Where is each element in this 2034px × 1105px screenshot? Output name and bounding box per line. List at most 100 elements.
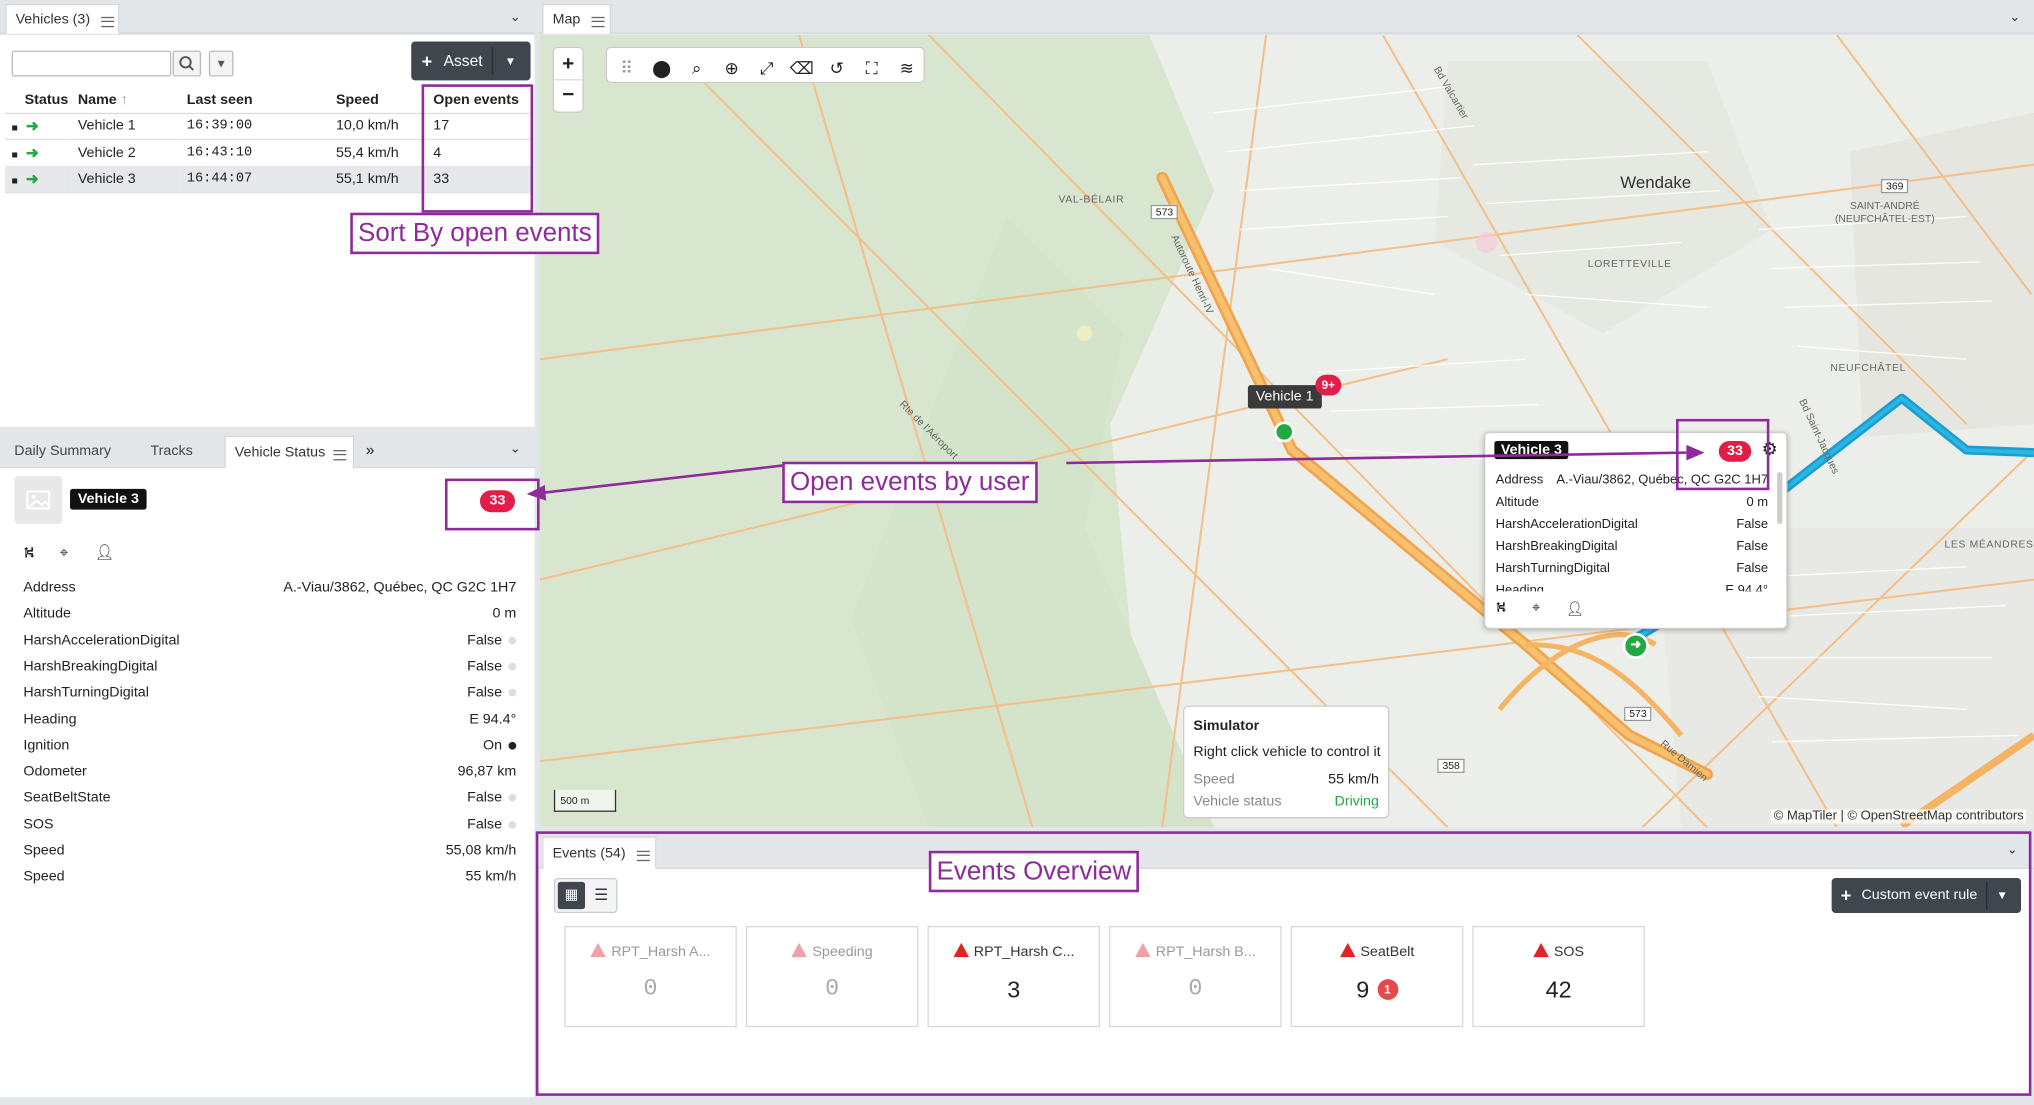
status-value-text: 0 m bbox=[492, 606, 517, 622]
add-asset-label: Asset bbox=[443, 51, 483, 71]
map-canvas[interactable]: Wendake VAL-BÉLAIR LORETTEVILLE SAINT-AN… bbox=[539, 35, 2034, 828]
tab-vehicles[interactable]: Vehicles (3) bbox=[5, 3, 120, 34]
annotation-open-events-label: Open events by user bbox=[782, 461, 1038, 504]
status-value-text: False bbox=[467, 658, 503, 675]
simulator-speed-label: Speed bbox=[1193, 771, 1235, 788]
vehicle-1-label[interactable]: Vehicle 1 bbox=[1247, 385, 1322, 409]
chevron-down-icon[interactable]: ⌄ bbox=[510, 10, 521, 24]
column-name[interactable]: Name ↑ bbox=[71, 86, 181, 114]
menu-icon[interactable] bbox=[333, 450, 347, 461]
chevron-down-icon[interactable]: ⌄ bbox=[2009, 10, 2020, 24]
last-seen-cell: 16:44:07 bbox=[180, 166, 330, 194]
status-cell: ■ ➜ bbox=[5, 166, 72, 194]
annotation-sort-label: Sort By open events bbox=[350, 212, 600, 255]
popup-label: HarshTurningDigital bbox=[1495, 561, 1610, 576]
scrollbar[interactable] bbox=[1777, 472, 1783, 524]
marker-icon[interactable]: ⬤ bbox=[646, 53, 677, 84]
vehicle-1-marker[interactable] bbox=[1273, 421, 1295, 443]
popup-label: Address bbox=[1495, 473, 1544, 488]
column-last-seen[interactable]: Last seen bbox=[180, 86, 330, 114]
locate-icon[interactable]: ⌖ bbox=[60, 543, 69, 562]
status-label: Ignition bbox=[23, 737, 70, 754]
fit-bounds-icon[interactable]: ⤢ bbox=[751, 53, 782, 84]
vehicle-name-cell: Vehicle 3 bbox=[71, 166, 181, 194]
status-label: HarshBreakingDigital bbox=[23, 658, 158, 675]
search-icon[interactable]: ⌕ bbox=[681, 53, 712, 84]
status-label: Speed bbox=[23, 842, 65, 859]
place-label: LES MÉANDRES bbox=[1944, 538, 2034, 550]
place-label: NEUFCHÂTEL bbox=[1830, 361, 1907, 374]
filter-dropdown-button[interactable]: ▼ bbox=[208, 50, 234, 77]
tab-vehicle-status-label: Vehicle Status bbox=[234, 444, 326, 461]
status-value: False bbox=[467, 653, 517, 679]
road-shield: 369 bbox=[1880, 178, 1909, 194]
annotation-events-overview-label: Events Overview bbox=[928, 850, 1140, 893]
route-icon[interactable]: ⛕ bbox=[1496, 600, 1507, 618]
vehicle-3-marker[interactable]: ➜ bbox=[1622, 632, 1649, 659]
status-row: SeatBeltState False bbox=[23, 785, 517, 811]
popup-row: HarshTurningDigital False bbox=[1496, 558, 1768, 580]
column-name-label: Name bbox=[77, 91, 117, 108]
more-tabs-button[interactable]: » bbox=[366, 441, 375, 459]
zoom-area-icon[interactable]: ⊕ bbox=[716, 53, 747, 84]
vehicle-status-panel: Vehicle 3 33 ⛕ ⌖ 👤︎ Address A.-Viau/3862,… bbox=[0, 468, 535, 1098]
zoom-out-button[interactable]: − bbox=[554, 80, 583, 112]
place-label: Wendake bbox=[1620, 172, 1692, 192]
asset-dropdown-icon[interactable]: ▼ bbox=[505, 42, 517, 81]
menu-icon[interactable] bbox=[591, 16, 605, 28]
drag-handle-icon[interactable]: ⠿ bbox=[611, 53, 642, 84]
undo-icon[interactable]: ↺ bbox=[821, 53, 852, 84]
status-value: E 94.4° bbox=[469, 706, 516, 732]
popup-row: HarshAccelerationDigital False bbox=[1496, 514, 1768, 536]
vehicles-tabbar: Vehicles (3) ⌄ bbox=[0, 0, 535, 34]
status-value: False bbox=[467, 627, 517, 653]
column-speed[interactable]: Speed bbox=[329, 86, 427, 114]
simulator-hint: Right click vehicle to control it bbox=[1193, 744, 1381, 760]
tab-daily-summary[interactable]: Daily Summary bbox=[14, 444, 111, 460]
status-value: False bbox=[467, 680, 517, 706]
status-value: False bbox=[467, 785, 517, 811]
status-row: HarshBreakingDigital False bbox=[23, 653, 517, 679]
menu-icon[interactable] bbox=[101, 16, 115, 28]
place-label: LORETTEVILLE bbox=[1587, 258, 1672, 270]
driver-icon[interactable]: 👤︎ bbox=[95, 543, 115, 561]
vehicle-name-cell: Vehicle 1 bbox=[71, 112, 181, 141]
tab-tracks[interactable]: Tracks bbox=[150, 444, 192, 460]
status-label: SOS bbox=[23, 816, 54, 833]
driver-icon[interactable]: 👤︎ bbox=[1566, 600, 1584, 618]
eraser-icon[interactable]: ⌫ bbox=[786, 53, 817, 84]
status-indicator-icon bbox=[508, 662, 517, 671]
layers-icon[interactable]: ≋ bbox=[891, 53, 922, 84]
route-icon[interactable]: ⛕ bbox=[23, 543, 35, 564]
vehicle-1-events-badge[interactable]: 9+ bbox=[1315, 374, 1342, 396]
status-row: Odometer 96,87 km bbox=[23, 759, 516, 785]
map-attribution[interactable]: © MapTiler | © OpenStreetMap contributor… bbox=[1771, 809, 2027, 824]
column-status[interactable]: Status bbox=[5, 86, 72, 114]
status-value-text: False bbox=[467, 685, 503, 701]
status-value: 96,87 km bbox=[458, 759, 517, 785]
search-button[interactable] bbox=[172, 50, 202, 77]
chevron-down-icon[interactable]: ⌄ bbox=[510, 442, 521, 456]
popup-row: HarshBreakingDigital False bbox=[1496, 536, 1768, 558]
road-shield: 573 bbox=[1624, 706, 1652, 722]
popup-value: 0 m bbox=[1746, 495, 1769, 510]
map-toolbar: ⠿ ⬤ ⌕ ⊕ ⤢ ⌫ ↺ ⛶ ≋ bbox=[605, 46, 925, 84]
search-input[interactable] bbox=[11, 50, 172, 77]
status-indicator-icon bbox=[508, 820, 517, 829]
zoom-in-button[interactable]: + bbox=[553, 48, 583, 81]
popup-label: HarshAccelerationDigital bbox=[1495, 517, 1638, 532]
status-label: HarshTurningDigital bbox=[23, 685, 149, 701]
status-value-text: A.-Viau/3862, Québec, QC G2C 1H7 bbox=[283, 579, 517, 596]
annotation-box-detail-badge bbox=[444, 478, 540, 531]
annotation-box-open-events-column bbox=[421, 84, 534, 213]
status-value: 55 km/h bbox=[466, 864, 517, 890]
fullscreen-icon[interactable]: ⛶ bbox=[856, 53, 887, 84]
tab-map[interactable]: Map bbox=[542, 3, 611, 34]
tab-vehicle-status[interactable]: Vehicle Status bbox=[224, 435, 355, 469]
popup-value: False bbox=[1736, 561, 1769, 576]
locate-icon[interactable]: ⌖ bbox=[1532, 600, 1540, 617]
add-asset-button[interactable]: + Asset ▼ bbox=[411, 41, 531, 81]
zoom-control: + − bbox=[552, 46, 584, 113]
popup-label: Heading bbox=[1495, 583, 1545, 598]
status-value-text: False bbox=[467, 632, 503, 648]
